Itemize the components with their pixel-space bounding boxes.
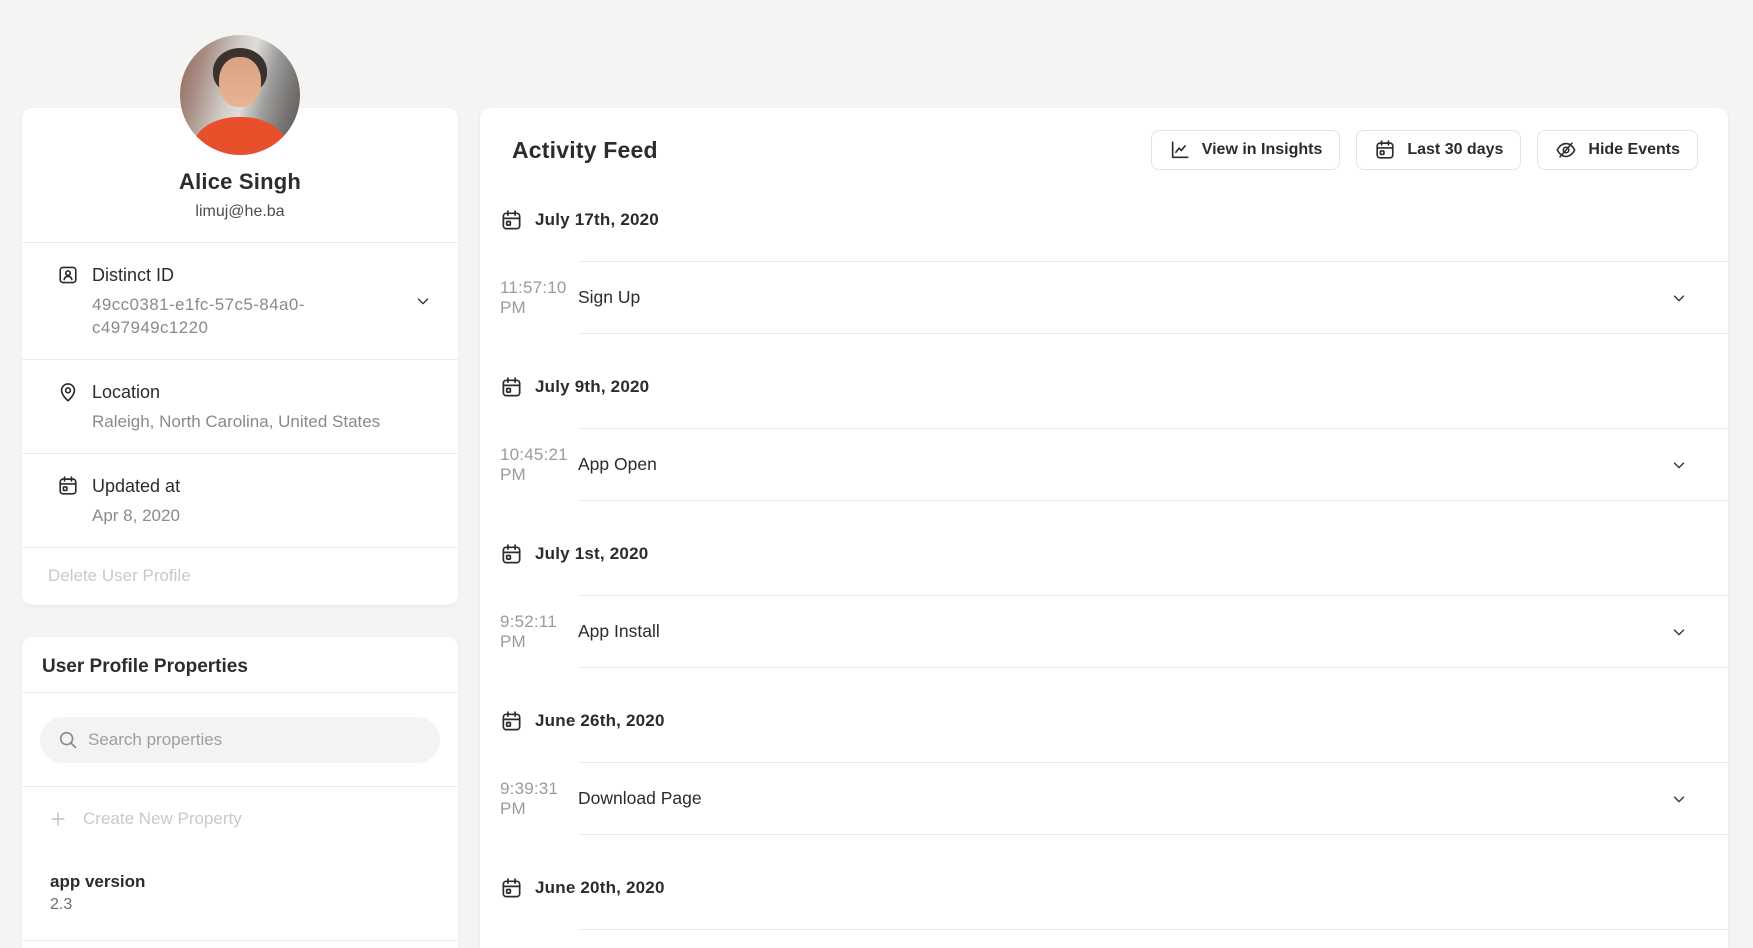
search-icon	[57, 729, 79, 751]
activity-feed-card: Activity Feed View in Insights Last 30 d…	[480, 108, 1728, 948]
last-30-days-button[interactable]: Last 30 days	[1356, 130, 1521, 170]
calendar-icon	[500, 209, 523, 232]
user-profile-page: Alice Singh limuj@he.ba Distinct ID 49cc…	[0, 0, 1753, 948]
calendar-icon	[500, 710, 523, 733]
field-label: Location	[92, 381, 380, 403]
plus-icon	[48, 809, 68, 829]
properties-title: User Profile Properties	[22, 637, 458, 692]
field-value: Raleigh, North Carolina, United States	[92, 410, 380, 433]
event-group: June 26th, 2020 9:39:31 PM Download Page	[500, 668, 1728, 835]
chevron-down-icon[interactable]	[1670, 623, 1688, 641]
create-new-property-label: Create New Property	[83, 809, 242, 829]
event-time: 10:45:21 PM	[500, 445, 578, 485]
date-header: June 26th, 2020	[500, 668, 1728, 762]
divider	[578, 261, 1728, 334]
date-label: July 17th, 2020	[535, 208, 659, 232]
chevron-down-icon[interactable]	[1670, 790, 1688, 808]
date-header: July 9th, 2020	[500, 334, 1728, 428]
event-time: 9:39:31 PM	[500, 779, 578, 819]
location-pin-icon	[57, 381, 79, 403]
field-distinct-id: Distinct ID 49cc0381-e1fc-57c5-84a0-c497…	[22, 242, 458, 359]
event-group: July 17th, 2020 11:57:10 PM Sign Up	[500, 192, 1728, 334]
event-group: July 9th, 2020 10:45:21 PM App Open	[500, 334, 1728, 501]
avatar-sweater	[193, 117, 287, 155]
divider	[578, 929, 1728, 948]
user-profile-properties-card: User Profile Properties Create New Prope…	[22, 637, 458, 948]
event-group: July 1st, 2020 9:52:11 PM App Install	[500, 501, 1728, 668]
event-time: 11:57:10 PM	[500, 278, 578, 318]
divider	[578, 428, 1728, 501]
calendar-icon	[500, 376, 523, 399]
date-header: July 17th, 2020	[500, 192, 1728, 261]
view-in-insights-label: View in Insights	[1202, 141, 1323, 159]
event-name: Sign Up	[578, 287, 640, 308]
property-name: app version	[50, 872, 430, 892]
view-in-insights-button[interactable]: View in Insights	[1151, 130, 1341, 170]
eye-off-icon	[1555, 139, 1577, 161]
field-value: Apr 8, 2020	[92, 504, 180, 527]
date-label: June 26th, 2020	[535, 709, 665, 733]
field-text: Updated at Apr 8, 2020	[92, 475, 180, 527]
line-chart-icon	[1169, 139, 1191, 161]
event-name: App Open	[578, 454, 657, 475]
hide-events-label: Hide Events	[1588, 141, 1680, 159]
chevron-down-icon[interactable]	[1670, 289, 1688, 307]
avatar-face	[219, 57, 261, 107]
divider	[22, 692, 458, 693]
event-time: 9:52:11 PM	[500, 612, 578, 652]
date-label: June 20th, 2020	[535, 876, 665, 900]
event-row[interactable]: 9:52:11 PM App Install	[500, 595, 1728, 668]
calendar-icon	[1374, 139, 1396, 161]
event-row[interactable]: 9:39:31 PM Download Page	[500, 762, 1728, 835]
field-updated-at: Updated at Apr 8, 2020	[22, 453, 458, 547]
calendar-icon	[500, 877, 523, 900]
divider	[578, 762, 1728, 835]
event-name: App Install	[578, 621, 660, 642]
field-label: Distinct ID	[92, 264, 354, 286]
event-row[interactable]: 10:45:21 PM App Open	[500, 428, 1728, 501]
chevron-down-icon[interactable]	[1670, 456, 1688, 474]
search-properties-input[interactable]	[40, 717, 440, 763]
date-header: June 20th, 2020	[500, 835, 1728, 929]
profile-email: limuj@he.ba	[42, 202, 438, 222]
event-name: Download Page	[578, 788, 702, 809]
divider	[22, 940, 458, 941]
avatar	[180, 35, 300, 155]
id-badge-icon	[57, 264, 79, 286]
field-text: Location Raleigh, North Carolina, United…	[92, 381, 380, 433]
event-row[interactable]: 11:57:10 PM Sign Up	[500, 261, 1728, 334]
search-properties	[40, 717, 440, 763]
field-label: Updated at	[92, 475, 180, 497]
date-header: July 1st, 2020	[500, 501, 1728, 595]
last-30-days-label: Last 30 days	[1407, 141, 1503, 159]
delete-user-profile-button[interactable]: Delete User Profile	[22, 547, 458, 605]
activity-feed-header: Activity Feed View in Insights Last 30 d…	[480, 108, 1728, 192]
calendar-icon	[500, 543, 523, 566]
activity-feed: July 17th, 2020 11:57:10 PM Sign Up	[480, 192, 1728, 948]
profile-card: Alice Singh limuj@he.ba Distinct ID 49cc…	[22, 108, 458, 605]
event-row	[500, 929, 1728, 948]
create-new-property-button[interactable]: Create New Property	[22, 786, 458, 853]
event-group: June 20th, 2020	[500, 835, 1728, 948]
field-text: Distinct ID 49cc0381-e1fc-57c5-84a0-c497…	[92, 264, 354, 339]
chevron-down-icon[interactable]	[414, 292, 432, 310]
field-value: 49cc0381-e1fc-57c5-84a0-c497949c1220	[92, 293, 354, 339]
hide-events-button[interactable]: Hide Events	[1537, 130, 1698, 170]
field-location: Location Raleigh, North Carolina, United…	[22, 359, 458, 453]
date-label: July 9th, 2020	[535, 375, 649, 399]
calendar-icon	[57, 475, 79, 497]
divider	[578, 595, 1728, 668]
property-item: app version 2.3	[22, 853, 458, 940]
date-label: July 1st, 2020	[535, 542, 648, 566]
profile-name: Alice Singh	[42, 170, 438, 194]
property-value: 2.3	[50, 895, 430, 915]
activity-feed-title: Activity Feed	[512, 137, 1135, 164]
